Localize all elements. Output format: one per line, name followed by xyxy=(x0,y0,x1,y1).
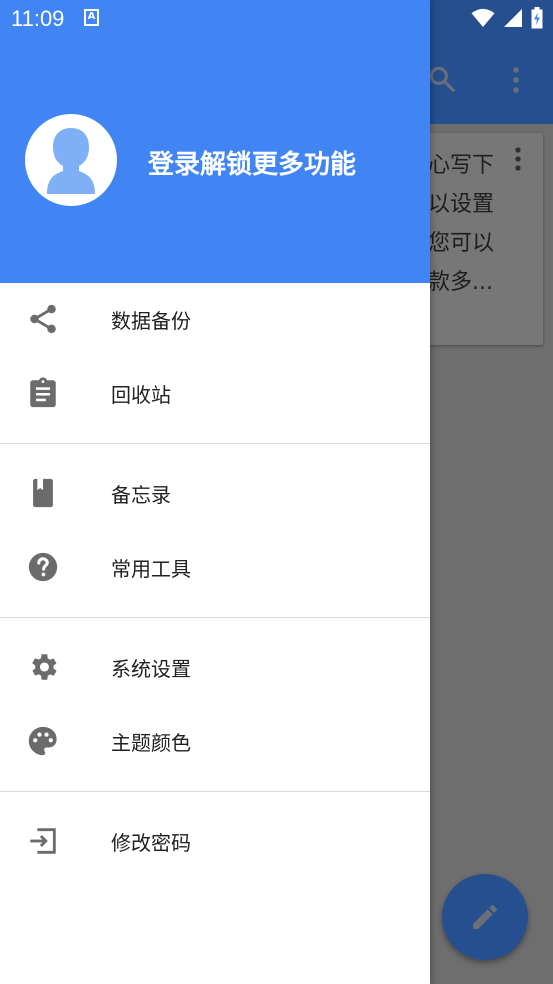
search-icon[interactable] xyxy=(427,64,457,94)
menu-label: 系统设置 xyxy=(111,657,191,681)
status-time: 11:09 xyxy=(11,6,65,31)
wifi-icon xyxy=(471,8,495,27)
signal-icon xyxy=(504,9,522,27)
menu-item-change-password[interactable]: 修改密码 xyxy=(0,805,430,879)
login-prompt[interactable]: 登录解锁更多功能 xyxy=(148,144,356,181)
more-vert-icon[interactable] xyxy=(510,66,522,94)
menu-item-data-backup[interactable]: 数据备份 xyxy=(0,283,430,357)
divider xyxy=(0,617,430,618)
menu-item-recycle-bin[interactable]: 回收站 xyxy=(0,357,430,431)
menu-label: 备忘录 xyxy=(111,483,171,507)
menu-label: 常用工具 xyxy=(111,557,191,581)
divider xyxy=(0,443,430,444)
screen: 心写下 以设置 您可以 款多... 11:09 A 登录解锁更多功能 数据备份 … xyxy=(0,0,553,984)
drawer-header: 登录解锁更多功能 xyxy=(0,0,430,283)
note-card-text: 心写下 以设置 您可以 款多... xyxy=(428,153,495,295)
card-more-icon[interactable] xyxy=(512,146,524,172)
divider xyxy=(0,791,430,792)
person-avatar-icon[interactable] xyxy=(25,114,117,206)
menu-item-memo[interactable]: 备忘录 xyxy=(0,457,430,531)
menu-item-theme-color[interactable]: 主题颜色 xyxy=(0,705,430,779)
clipboard-icon xyxy=(30,377,56,408)
pencil-icon xyxy=(473,904,497,929)
navigation-drawer: 登录解锁更多功能 数据备份 回收站 备忘录 常用工具 系统设置 主题颜色 修改密… xyxy=(0,0,430,984)
menu-item-system-settings[interactable]: 系统设置 xyxy=(0,631,430,705)
exit-to-app-icon xyxy=(30,828,56,854)
menu-label: 回收站 xyxy=(111,383,171,407)
help-circle-icon xyxy=(28,552,58,582)
menu-label: 数据备份 xyxy=(111,309,191,333)
battery-charging-icon xyxy=(531,7,543,29)
menu-label: 修改密码 xyxy=(111,831,191,855)
a-box-icon: A xyxy=(84,9,99,26)
book-icon xyxy=(33,478,53,508)
status-bar: 11:09 A xyxy=(0,0,553,38)
gear-icon xyxy=(32,654,57,680)
palette-icon xyxy=(28,726,57,756)
share-icon xyxy=(30,304,56,334)
new-note-fab[interactable] xyxy=(442,874,528,960)
menu-item-common-tools[interactable]: 常用工具 xyxy=(0,531,430,605)
menu-label: 主题颜色 xyxy=(111,731,191,755)
